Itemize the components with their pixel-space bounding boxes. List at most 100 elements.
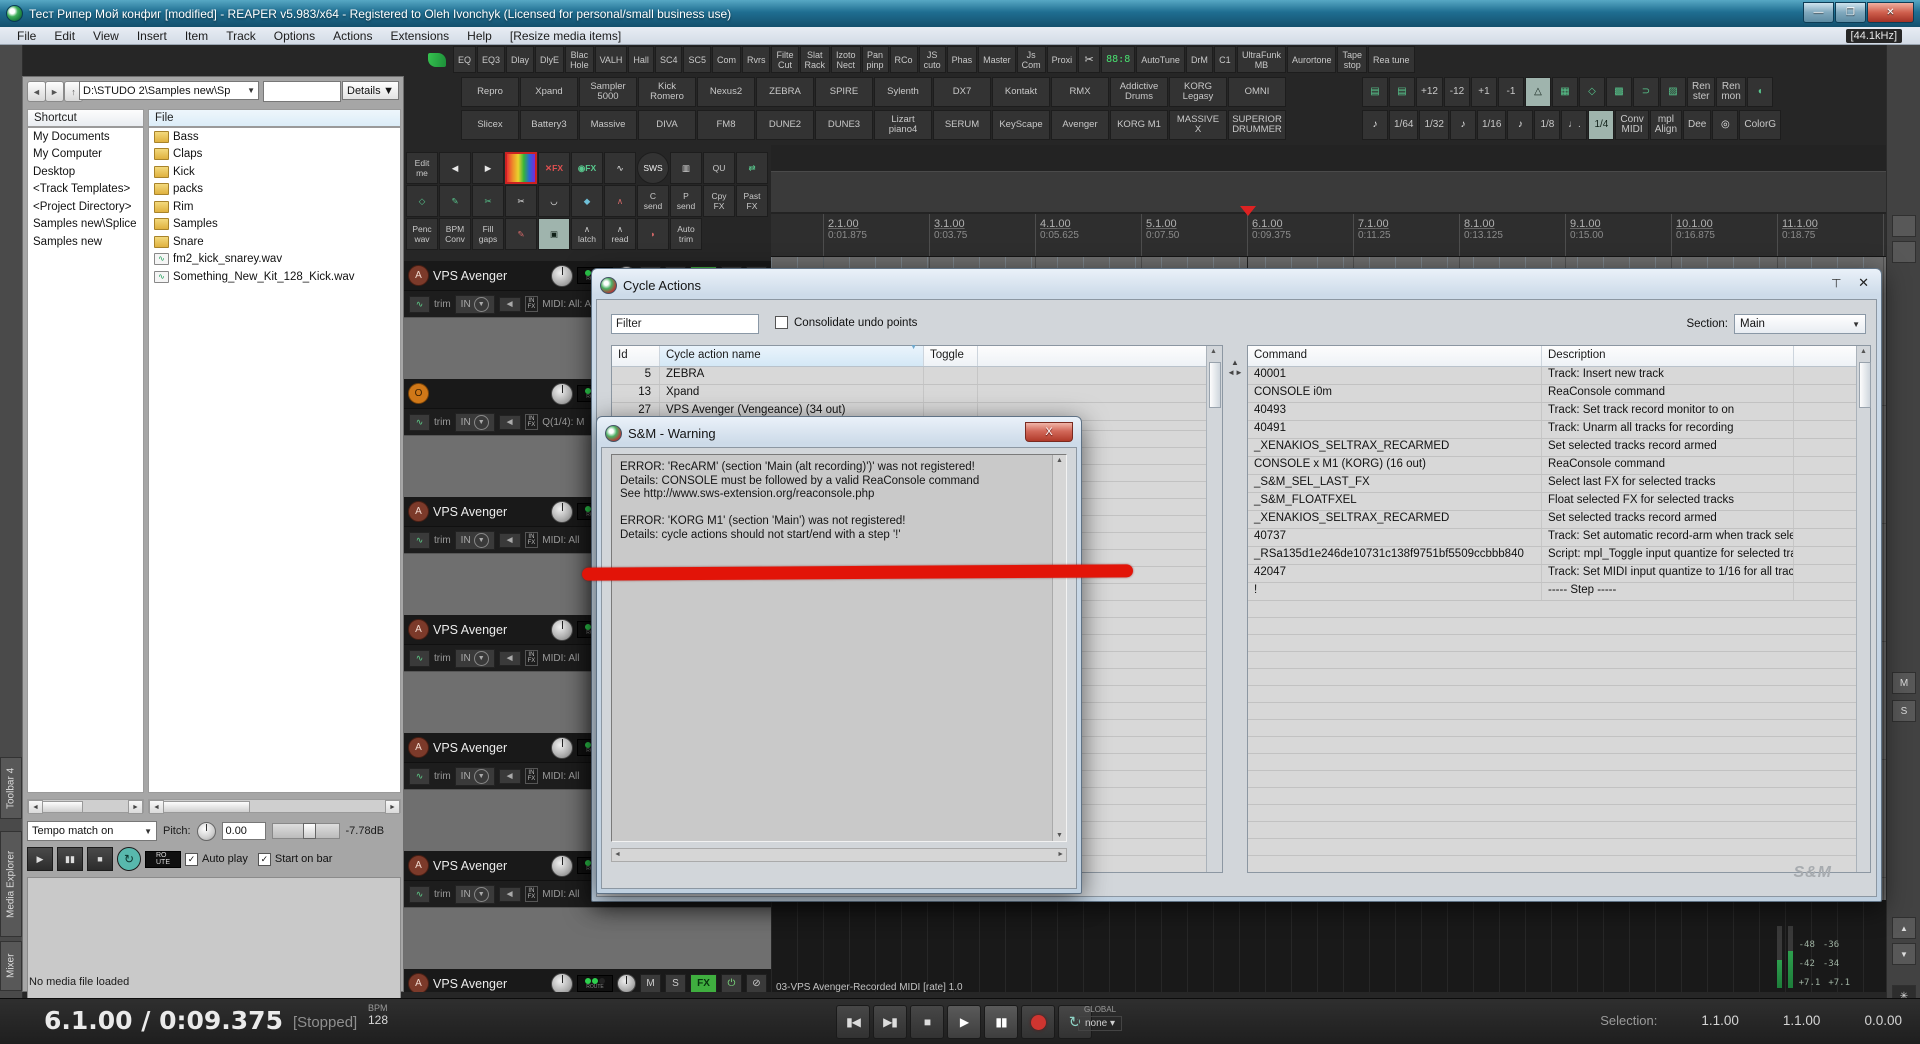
right-toolbar-button[interactable]: -1 [1497, 77, 1524, 107]
close-button[interactable]: ✕ [1867, 2, 1914, 23]
fx-toolbar-button[interactable]: ✂ [1078, 46, 1101, 73]
grid-size-button[interactable]: ♩. [1561, 110, 1588, 140]
command-row[interactable]: ! ----- Step ----- [1248, 583, 1870, 601]
shortcut-item[interactable]: My Computer [28, 146, 143, 164]
dock-button[interactable] [1892, 215, 1916, 237]
selection-start[interactable]: 1.1.00 [1701, 1013, 1739, 1028]
instrument-button[interactable]: Kontakt [992, 77, 1050, 107]
fx-toolbar-button[interactable]: VALH [594, 46, 628, 73]
preview-volume-fader[interactable] [271, 823, 340, 839]
envelope-icon[interactable]: ∿ [409, 413, 430, 431]
grid-size-button[interactable]: ColorG [1739, 110, 1782, 140]
menu-item[interactable]: Edit [45, 29, 84, 43]
fx-toolbar-button[interactable]: DlyE [535, 46, 565, 73]
panel-splitter[interactable]: ▲ ◄► [1227, 345, 1243, 873]
grid-size-button[interactable]: ♪ [1362, 110, 1388, 140]
instrument-button[interactable]: Addictive Drums [1110, 77, 1168, 107]
file-item[interactable]: Samples [149, 216, 400, 234]
trim-label[interactable]: trim [434, 417, 451, 428]
midi-input-label[interactable]: MIDI: All [542, 771, 579, 782]
dock-button[interactable] [1892, 241, 1916, 263]
track-name[interactable]: VPS Avenger [433, 977, 547, 991]
menu-item[interactable]: Track [217, 29, 265, 43]
instrument-button[interactable]: MASSIVE X [1169, 110, 1227, 140]
fx-toolbar-button[interactable]: Izoto Nect [831, 46, 861, 73]
filter-box[interactable] [263, 81, 341, 102]
phase-button[interactable]: ⊘ [746, 974, 767, 992]
trim-label[interactable]: trim [434, 653, 451, 664]
edit-toolbar-button[interactable]: C send [637, 185, 669, 217]
trim-label[interactable]: trim [434, 535, 451, 546]
master-solo-button[interactable]: S [1892, 700, 1916, 722]
preview-loop-button[interactable]: ↻ [117, 847, 141, 871]
fx-toolbar-button[interactable]: Proxi [1046, 46, 1078, 73]
file-item[interactable]: Something_New_Kit_128_Kick.wav [149, 268, 400, 286]
record-input-badge[interactable]: O [408, 383, 429, 404]
command-row[interactable]: 40737 Track: Set automatic record-arm wh… [1248, 529, 1870, 547]
start-on-bar-checkbox[interactable]: ✓ [257, 852, 271, 866]
volume-knob[interactable] [551, 854, 573, 877]
input-fx-badge[interactable]: IN FX [524, 886, 539, 902]
input-selector[interactable]: IN ▼ [454, 530, 495, 550]
fx-toolbar-button[interactable]: Rvrs [741, 46, 771, 73]
edit-toolbar-button[interactable]: ◡ [538, 185, 570, 217]
warning-hscrollbar[interactable] [611, 848, 1067, 862]
track-name[interactable]: VPS Avenger [433, 859, 547, 873]
timeline-ruler[interactable]: 2.1.00 0:01.875 3.1.00 0:03.75 4.1.00 0:… [771, 214, 1886, 257]
volume-knob[interactable] [551, 736, 573, 759]
edit-toolbar-button[interactable]: ∧ [604, 185, 636, 217]
edit-toolbar-button[interactable]: ◉FX [571, 152, 603, 184]
bpm-display[interactable]: BPM 128 [368, 1003, 388, 1027]
midi-input-label[interactable]: MIDI: All [542, 653, 579, 664]
global-automation-selector[interactable]: GLOBAL none ▾ [1078, 1005, 1123, 1031]
command-row[interactable]: _XENAKIOS_SELTRAX_RECARMED Set selected … [1248, 439, 1870, 457]
cycle-table-scrollbar[interactable] [1206, 346, 1222, 872]
menu-item[interactable]: Extensions [381, 29, 458, 43]
right-toolbar-button[interactable]: +12 [1416, 77, 1443, 107]
warning-message-area[interactable]: ERROR: 'RecARM' (section 'Main (alt reco… [611, 454, 1067, 842]
trim-label[interactable]: trim [434, 771, 451, 782]
fx-toolbar-button[interactable]: EQ3 [477, 46, 506, 73]
menu-item[interactable]: Insert [128, 29, 176, 43]
menu-item[interactable]: View [84, 29, 128, 43]
preview-pause-button[interactable]: ▮▮ [57, 847, 83, 871]
fx-toolbar-button[interactable]: Js Com [1016, 46, 1046, 73]
menu-item[interactable]: [Resize media items] [501, 29, 630, 43]
monitor-button[interactable]: ◄ [498, 414, 521, 430]
file-item[interactable]: Rim [149, 198, 400, 216]
fx-toolbar-button[interactable]: SC5 [683, 46, 711, 73]
edit-toolbar-button[interactable]: ◀ [439, 152, 471, 184]
volume-knob[interactable] [551, 500, 573, 523]
consolidate-checkbox[interactable] [775, 316, 788, 329]
preview-stop-button[interactable]: ■ [87, 847, 113, 871]
fx-toolbar-button[interactable]: Phas [946, 46, 978, 73]
shortcut-hscrollbar[interactable]: ◄ ► [27, 799, 144, 814]
track-name[interactable]: VPS Avenger [433, 623, 547, 637]
envelope-icon[interactable]: ∿ [409, 295, 430, 313]
input-selector[interactable]: IN ▼ [454, 294, 495, 314]
envelope-icon[interactable]: ∿ [409, 885, 430, 903]
trim-label[interactable]: trim [434, 299, 451, 310]
autoplay-checkbox[interactable]: ✓ [185, 852, 198, 866]
right-toolbar-button[interactable]: Ren ster [1686, 77, 1716, 107]
grid-size-button[interactable]: 1/8 [1534, 110, 1561, 140]
col-command[interactable]: Command [1248, 346, 1542, 366]
fx-toolbar-button[interactable]: Hall [628, 46, 654, 73]
right-toolbar-button[interactable]: -12 [1443, 77, 1470, 107]
fx-button[interactable]: FX [690, 974, 717, 992]
forward-button[interactable]: ► [45, 81, 64, 102]
input-selector[interactable]: IN ▼ [454, 766, 495, 786]
input-fx-badge[interactable]: IN FX [524, 768, 539, 784]
file-hscrollbar[interactable]: ◄ ► [148, 799, 401, 814]
command-row[interactable]: _XENAKIOS_SELTRAX_RECARMED Set selected … [1248, 511, 1870, 529]
scroll-down-button[interactable]: ▼ [1892, 943, 1916, 965]
back-button[interactable]: ◄ [27, 81, 46, 102]
grid-size-button[interactable]: 1/64 [1389, 110, 1419, 140]
fx-toolbar-button[interactable]: Blac Hole [565, 46, 594, 73]
tempo-match-dropdown[interactable]: Tempo match on ▼ [27, 821, 157, 841]
volume-knob[interactable] [551, 264, 573, 287]
volume-knob[interactable] [551, 382, 573, 405]
edit-toolbar-button[interactable]: Fill gaps [472, 218, 504, 250]
file-item[interactable]: packs [149, 181, 400, 199]
shortcut-item[interactable]: My Documents [28, 128, 143, 146]
